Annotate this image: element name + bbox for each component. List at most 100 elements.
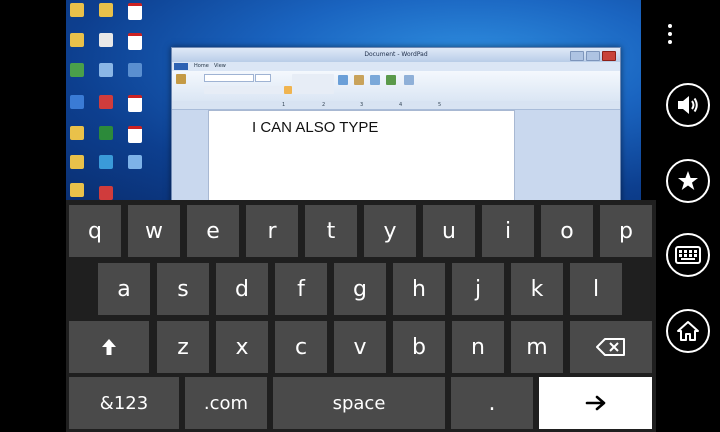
key-z[interactable]: z: [157, 321, 209, 373]
key-f[interactable]: f: [275, 263, 327, 315]
space-key[interactable]: space: [273, 377, 445, 429]
paragraph-icons[interactable]: [292, 74, 334, 94]
desktop-folder-icon[interactable]: [99, 3, 113, 17]
key-r[interactable]: r: [246, 205, 298, 257]
keyboard-button[interactable]: [666, 233, 710, 277]
key-l[interactable]: l: [570, 263, 622, 315]
more-dots-icon[interactable]: [660, 22, 680, 46]
app-bar: [656, 0, 720, 432]
key-t[interactable]: t: [305, 205, 357, 257]
wordpad-window[interactable]: Document - WordPad Home View 1 2 3 4 5 I…: [171, 47, 621, 200]
desktop-app-icon[interactable]: [99, 155, 113, 169]
key-a[interactable]: a: [98, 263, 150, 315]
desktop-pdf-icon[interactable]: [128, 126, 142, 143]
ruler-mark: 4: [399, 102, 403, 108]
star-icon: [678, 171, 698, 190]
shift-arrow-icon: [102, 339, 116, 355]
insert-object-icon[interactable]: [386, 75, 396, 85]
font-size-select[interactable]: [255, 74, 271, 82]
maximize-icon[interactable]: [586, 51, 600, 61]
key-i[interactable]: i: [482, 205, 534, 257]
desktop-app-icon[interactable]: [128, 155, 142, 169]
key-u[interactable]: u: [423, 205, 475, 257]
tab-view[interactable]: View: [214, 63, 226, 70]
shift-key[interactable]: [69, 321, 149, 373]
close-icon[interactable]: [602, 51, 616, 61]
datetime-icon[interactable]: [370, 75, 380, 85]
key-n[interactable]: n: [452, 321, 504, 373]
picture-icon[interactable]: [338, 75, 348, 85]
home-icon: [677, 321, 699, 341]
desktop-pdf-icon[interactable]: [128, 3, 142, 20]
home-button[interactable]: [666, 309, 710, 353]
key-w[interactable]: w: [128, 205, 180, 257]
file-menu-tab[interactable]: [174, 63, 188, 70]
desktop-app-icon[interactable]: [128, 63, 142, 77]
on-screen-keyboard: q w e r t y u i o p a s d f g h j k l z …: [66, 200, 656, 432]
desktop-folder-icon[interactable]: [70, 33, 84, 47]
key-p[interactable]: p: [600, 205, 652, 257]
key-k[interactable]: k: [511, 263, 563, 315]
ruler-mark: 3: [360, 102, 364, 108]
backspace-icon: [596, 338, 625, 356]
left-bezel: [0, 0, 66, 432]
key-j[interactable]: j: [452, 263, 504, 315]
desktop-folder-icon[interactable]: [70, 155, 84, 169]
dotcom-key[interactable]: .com: [185, 377, 267, 429]
key-o[interactable]: o: [541, 205, 593, 257]
find-icon[interactable]: [404, 75, 414, 85]
ruler-mark: 1: [282, 102, 286, 108]
highlight-icon[interactable]: [284, 86, 292, 94]
paste-icon[interactable]: [176, 74, 186, 84]
ruler: 1 2 3 4 5: [172, 101, 620, 110]
key-s[interactable]: s: [157, 263, 209, 315]
desktop-app-icon[interactable]: [70, 63, 84, 77]
key-q[interactable]: q: [69, 205, 121, 257]
key-b[interactable]: b: [393, 321, 445, 373]
desktop-app-icon[interactable]: [70, 95, 84, 109]
paint-icon[interactable]: [354, 75, 364, 85]
enter-key[interactable]: [539, 377, 652, 429]
enter-arrow-icon: [585, 395, 605, 411]
period-key[interactable]: .: [451, 377, 533, 429]
ribbon-toolbar: [172, 71, 620, 102]
favorites-button[interactable]: [666, 159, 710, 203]
desktop-app-icon[interactable]: [99, 63, 113, 77]
key-m[interactable]: m: [511, 321, 563, 373]
font-family-select[interactable]: [204, 74, 254, 82]
window-title-bar[interactable]: Document - WordPad: [172, 48, 620, 62]
ribbon-tabs: Home View: [172, 62, 620, 71]
key-c[interactable]: c: [275, 321, 327, 373]
desktop-document-icon[interactable]: [99, 33, 113, 47]
volume-button[interactable]: [666, 83, 710, 127]
ruler-mark: 5: [438, 102, 442, 108]
document-text: I CAN ALSO TYPE: [252, 119, 379, 136]
key-x[interactable]: x: [216, 321, 268, 373]
tab-home[interactable]: Home: [194, 63, 209, 70]
backspace-key[interactable]: [570, 321, 652, 373]
document-page[interactable]: I CAN ALSO TYPE: [208, 110, 515, 200]
key-e[interactable]: e: [187, 205, 239, 257]
key-d[interactable]: d: [216, 263, 268, 315]
desktop-app-icon[interactable]: [99, 95, 113, 109]
remote-desktop-view[interactable]: Document - WordPad Home View 1 2 3 4 5 I…: [66, 0, 641, 200]
key-v[interactable]: v: [334, 321, 386, 373]
desktop-pdf-icon[interactable]: [128, 95, 142, 112]
key-g[interactable]: g: [334, 263, 386, 315]
format-icons[interactable]: [204, 86, 284, 94]
symbols-key[interactable]: &123: [69, 377, 179, 429]
key-h[interactable]: h: [393, 263, 445, 315]
speaker-icon: [678, 96, 698, 114]
desktop-folder-icon[interactable]: [70, 183, 84, 197]
minimize-icon[interactable]: [570, 51, 584, 61]
desktop-app-icon[interactable]: [99, 126, 113, 140]
desktop-pdf-icon[interactable]: [128, 33, 142, 50]
window-title: Document - WordPad: [364, 51, 428, 58]
window-controls: [570, 51, 616, 61]
desktop-app-icon[interactable]: [99, 186, 113, 200]
ruler-mark: 2: [322, 102, 326, 108]
key-y[interactable]: y: [364, 205, 416, 257]
desktop-folder-icon[interactable]: [70, 126, 84, 140]
desktop-folder-icon[interactable]: [70, 3, 84, 17]
keyboard-icon: [675, 246, 701, 264]
